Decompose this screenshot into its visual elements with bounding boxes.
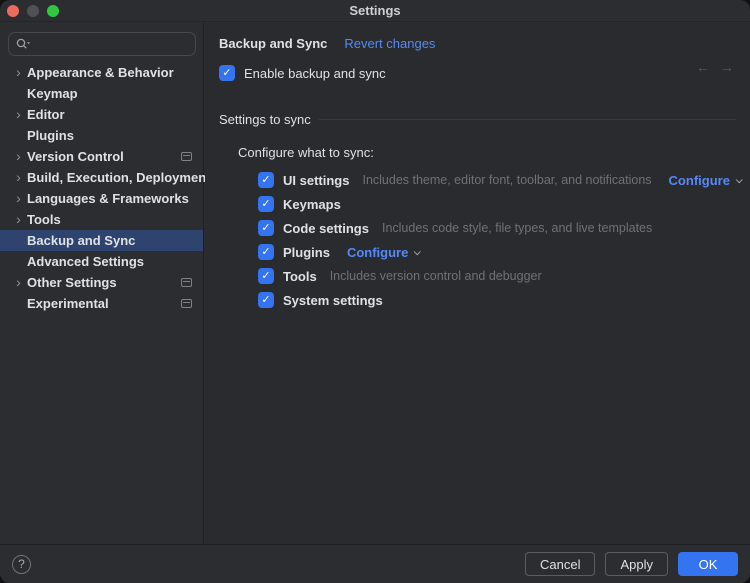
sidebar-item-other-settings[interactable]: › Other Settings (0, 272, 203, 293)
window-title: Settings (349, 3, 400, 18)
sync-row-system-settings: ✓ System settings (258, 288, 736, 312)
code-settings-checkbox[interactable]: ✓ (258, 220, 274, 236)
forward-arrow-icon[interactable]: → (720, 59, 734, 75)
help-icon[interactable]: ? (12, 555, 31, 574)
ide-settings-badge-icon (181, 278, 192, 287)
sync-row-code-settings: ✓ Code settings Includes code style, fil… (258, 216, 736, 240)
sync-row-tools: ✓ Tools Includes version control and deb… (258, 264, 736, 288)
chevron-down-icon (736, 176, 743, 183)
settings-window: Settings › Appearance & Behavior Keymap (0, 0, 750, 583)
chevron-right-icon[interactable]: › (10, 65, 27, 79)
settings-search-input[interactable] (34, 36, 189, 53)
sidebar-item-version-control[interactable]: › Version Control (0, 146, 203, 167)
traffic-lights (7, 5, 59, 17)
enable-backup-and-sync-row: ✓ Enable backup and sync (219, 65, 736, 81)
sidebar-item-languages-frameworks[interactable]: › Languages & Frameworks (0, 188, 203, 209)
configure-what-to-sync-label: Configure what to sync: (238, 145, 736, 160)
cancel-button[interactable]: Cancel (525, 552, 595, 576)
enable-backup-and-sync-checkbox[interactable]: ✓ (219, 65, 235, 81)
chevron-right-icon[interactable]: › (10, 107, 27, 121)
sidebar-item-appearance-behavior[interactable]: › Appearance & Behavior (0, 62, 203, 83)
chevron-right-icon[interactable]: › (10, 191, 27, 205)
settings-to-sync-section: Settings to sync (219, 112, 736, 127)
system-settings-checkbox[interactable]: ✓ (258, 292, 274, 308)
sync-row-keymaps: ✓ Keymaps (258, 192, 736, 216)
settings-sidebar: › Appearance & Behavior Keymap › Editor … (0, 23, 204, 544)
chevron-right-icon[interactable]: › (10, 275, 27, 289)
apply-button[interactable]: Apply (605, 552, 668, 576)
enable-backup-and-sync-label: Enable backup and sync (244, 66, 386, 81)
sidebar-item-plugins[interactable]: Plugins (0, 125, 203, 146)
search-icon (15, 37, 31, 51)
section-title: Settings to sync (219, 112, 311, 127)
section-divider (319, 119, 736, 120)
settings-tree: › Appearance & Behavior Keymap › Editor … (0, 62, 203, 314)
sidebar-item-advanced-settings[interactable]: Advanced Settings (0, 251, 203, 272)
sync-row-plugins: ✓ Plugins Configure (258, 240, 736, 264)
chevron-down-icon (414, 248, 421, 255)
chevron-right-icon[interactable]: › (10, 149, 27, 163)
sync-items-list: ✓ UI settings Includes theme, editor fon… (219, 168, 736, 312)
tools-checkbox[interactable]: ✓ (258, 268, 274, 284)
sync-row-ui-settings: ✓ UI settings Includes theme, editor fon… (258, 168, 736, 192)
back-arrow-icon[interactable]: ← (696, 59, 710, 75)
sidebar-item-build-execution-deployment[interactable]: › Build, Execution, Deployment (0, 167, 203, 188)
sidebar-item-backup-and-sync[interactable]: Backup and Sync (0, 230, 203, 251)
ide-settings-badge-icon (181, 152, 192, 161)
revert-changes-link[interactable]: Revert changes (344, 36, 435, 51)
sidebar-item-experimental[interactable]: Experimental (0, 293, 203, 314)
ok-button[interactable]: OK (678, 552, 738, 576)
zoom-window-icon[interactable] (47, 5, 59, 17)
search-box[interactable] (8, 32, 196, 56)
ui-settings-configure-link[interactable]: Configure (669, 173, 741, 188)
ide-settings-badge-icon (181, 299, 192, 308)
chevron-right-icon[interactable]: › (10, 212, 27, 226)
close-window-icon[interactable] (7, 5, 19, 17)
sidebar-item-tools[interactable]: › Tools (0, 209, 203, 230)
plugins-configure-link[interactable]: Configure (347, 245, 419, 260)
page-title: Backup and Sync (219, 36, 327, 51)
dialog-footer: ? Cancel Apply OK (0, 544, 750, 583)
minimize-window-icon (27, 5, 39, 17)
chevron-right-icon[interactable]: › (10, 170, 27, 184)
titlebar: Settings (0, 0, 750, 22)
keymaps-checkbox[interactable]: ✓ (258, 196, 274, 212)
ui-settings-checkbox[interactable]: ✓ (258, 172, 274, 188)
plugins-checkbox[interactable]: ✓ (258, 244, 274, 260)
sidebar-item-editor[interactable]: › Editor (0, 104, 203, 125)
sidebar-item-keymap[interactable]: Keymap (0, 83, 203, 104)
settings-content: Backup and Sync Revert changes ← → ✓ Ena… (205, 23, 750, 544)
